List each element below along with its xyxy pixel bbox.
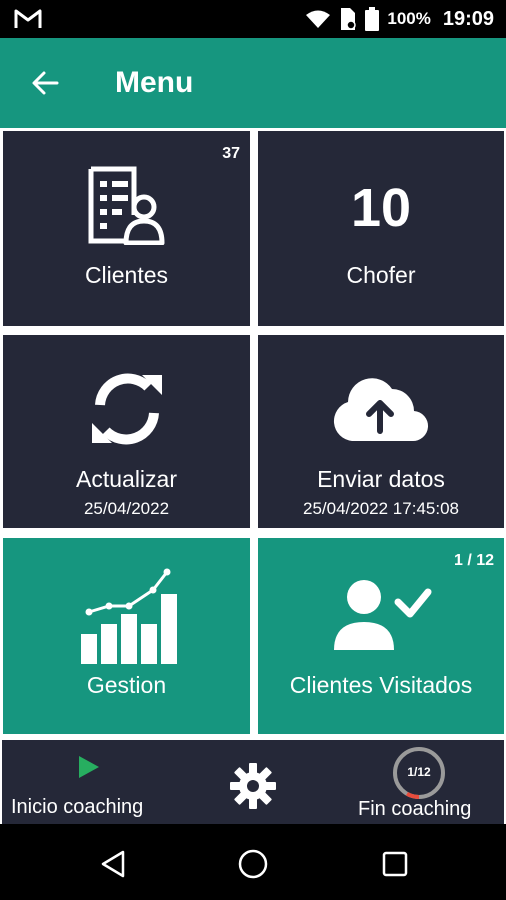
- enviar-datos-tile[interactable]: Enviar datos 25/04/2022 17:45:08: [258, 335, 504, 528]
- coaching-progress-ring: 1/12: [390, 744, 448, 802]
- gestion-tile[interactable]: Gestion: [3, 538, 250, 734]
- fin-coaching-button[interactable]: Fin coaching: [358, 798, 471, 821]
- actualizar-tile[interactable]: Actualizar 25/04/2022: [3, 335, 250, 528]
- wifi-icon: [306, 10, 331, 28]
- sync-icon: [92, 373, 162, 445]
- battery-icon: [365, 7, 380, 31]
- enviar-datos-label: Enviar datos: [317, 466, 445, 492]
- system-navigation-bar: [0, 824, 506, 900]
- back-triangle-icon[interactable]: [100, 850, 126, 878]
- client-list-icon: [88, 166, 165, 245]
- app-bar: Menu: [0, 38, 506, 128]
- clientes-visitados-tile[interactable]: 1 / 12 Clientes Visitados: [258, 538, 504, 734]
- coaching-progress-text: 1/12: [407, 765, 431, 779]
- chofer-tile[interactable]: 10 Chofer: [258, 131, 504, 326]
- back-arrow-icon[interactable]: [30, 68, 60, 98]
- gestion-label: Gestion: [86, 672, 167, 698]
- clientes-visitados-label: Clientes Visitados: [289, 672, 473, 698]
- visitados-progress-badge: 1 / 12: [453, 552, 494, 569]
- clientes-tile[interactable]: 37 Clientes: [3, 131, 250, 326]
- home-circle-icon[interactable]: [238, 849, 268, 879]
- play-icon[interactable]: [78, 755, 100, 779]
- cloud-upload-icon: [333, 378, 429, 442]
- bar-chart-icon: [81, 568, 177, 664]
- coaching-bar: Inicio coaching 1/12 Fin coaching: [2, 740, 504, 824]
- sim-card-icon: [341, 8, 357, 30]
- clientes-count-badge: 37: [222, 145, 240, 162]
- gear-icon[interactable]: [229, 762, 277, 810]
- page-title: Menu: [115, 66, 194, 99]
- enviar-datos-datetime: 25/04/2022 17:45:08: [303, 499, 459, 518]
- actualizar-date: 25/04/2022: [83, 499, 170, 518]
- status-bar: 100% 19:09: [0, 0, 506, 38]
- user-check-icon: [334, 580, 432, 650]
- clock-time: 19:09: [442, 7, 494, 30]
- chofer-number: 10: [350, 178, 412, 238]
- recents-square-icon[interactable]: [382, 851, 408, 877]
- gmail-style-app-icon: [14, 9, 42, 28]
- clientes-label: Clientes: [84, 262, 169, 288]
- inicio-coaching-button[interactable]: Inicio coaching: [11, 796, 143, 819]
- battery-percent: 100%: [387, 9, 431, 28]
- chofer-label: Chofer: [346, 262, 416, 288]
- actualizar-label: Actualizar: [76, 466, 177, 492]
